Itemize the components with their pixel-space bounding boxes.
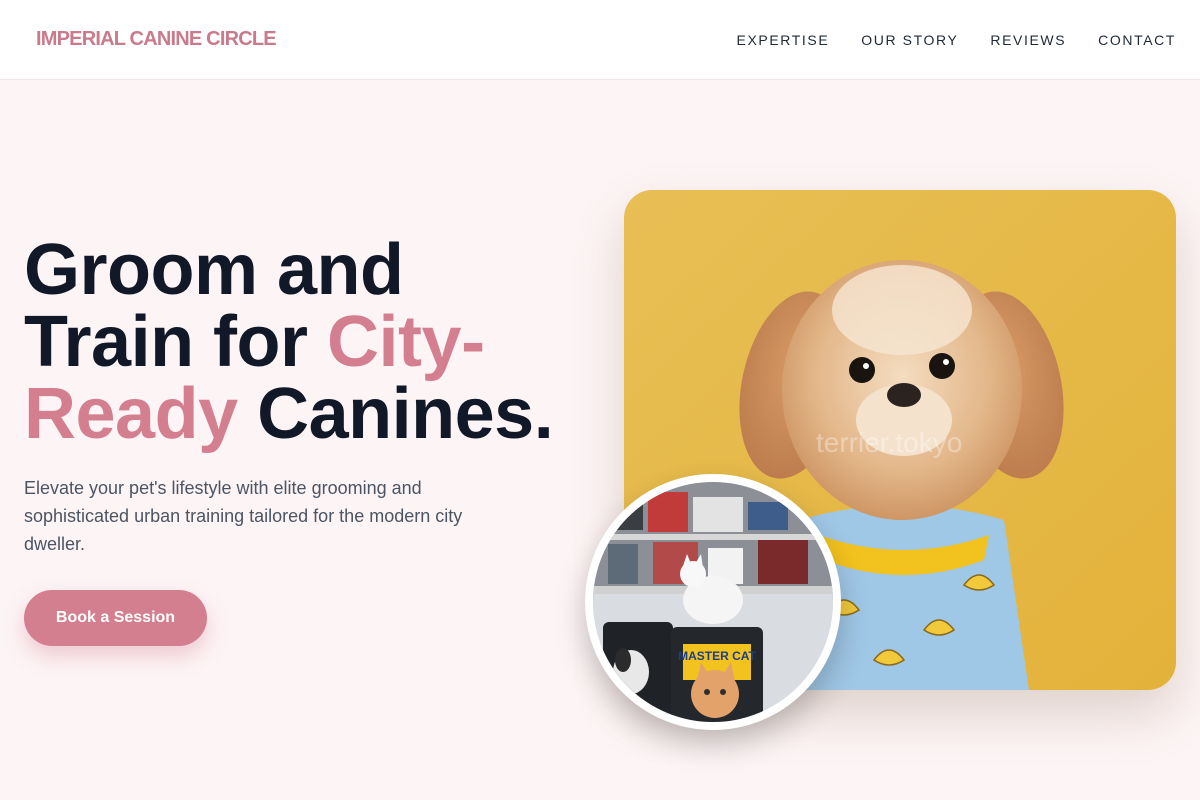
nav-link-contact[interactable]: CONTACT [1098, 32, 1176, 48]
nav-link-our-story[interactable]: OUR STORY [861, 32, 958, 48]
hero-title: Groom and Train for City- Ready Canines. [24, 234, 604, 450]
nav-link-expertise[interactable]: EXPERTISE [737, 32, 830, 48]
cats-inset-photo: MASTER CAT [585, 474, 841, 730]
cats-illustration: MASTER CAT [593, 482, 833, 722]
hero-subtitle: Elevate your pet's lifestyle with elite … [24, 478, 463, 554]
photo-watermark: terrier.tokyo [816, 427, 962, 458]
brand-logo[interactable]: IMPERIAL CANINE CIRCLE [36, 28, 277, 51]
hero-title-line3: Canines. [237, 374, 554, 454]
hero-title-line2: Train for [24, 302, 328, 382]
top-navbar: IMPERIAL CANINE CIRCLE EXPERTISE OUR STO… [0, 0, 1200, 80]
nav-links: EXPERTISE OUR STORY REVIEWS CONTACT [737, 32, 1176, 48]
hero-title-line1: Groom and [24, 230, 404, 310]
nav-link-reviews[interactable]: REVIEWS [990, 32, 1066, 48]
bin-label: MASTER CAT [678, 649, 756, 663]
hero-title-accent-2: Ready [24, 374, 238, 454]
hero-title-accent-1: City- [327, 302, 485, 382]
book-session-button[interactable]: Book a Session [24, 590, 207, 646]
